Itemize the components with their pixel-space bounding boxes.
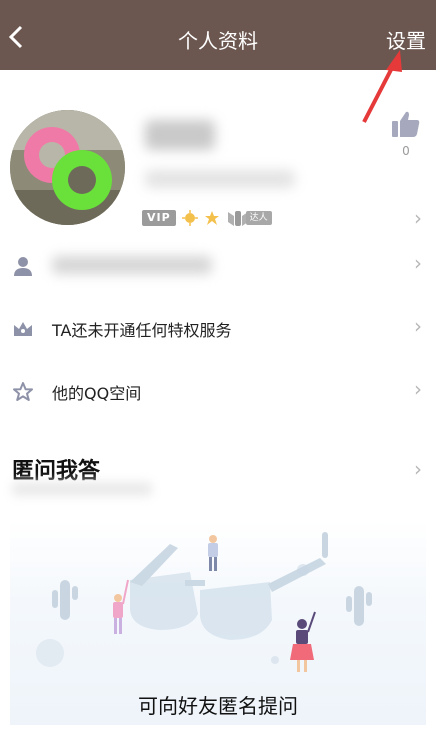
qzone-row[interactable]: 他的QQ空间 › xyxy=(0,366,436,416)
chevron-right-icon: › xyxy=(414,377,422,401)
blurred-subtext xyxy=(145,170,295,188)
like-count: 0 xyxy=(402,144,410,158)
profile-detail-chevron-icon[interactable]: › xyxy=(414,206,422,230)
badge-row: VIP 达人 xyxy=(142,208,272,228)
chevron-right-icon: › xyxy=(414,314,422,338)
basic-info-row[interactable]: › xyxy=(0,240,436,290)
anonymous-qa-chevron-icon[interactable]: › xyxy=(414,457,422,481)
like-button[interactable]: 0 xyxy=(388,110,424,160)
blurred-nickname xyxy=(145,120,215,150)
blurred-section-subtitle xyxy=(12,482,152,496)
privilege-label: TA还未开通任何特权服务 xyxy=(52,321,232,340)
qzone-label: 他的QQ空间 xyxy=(52,384,142,403)
thumbs-up-icon xyxy=(392,111,420,137)
privilege-row[interactable]: TA还未开通任何特权服务 › xyxy=(0,303,436,353)
sun-level-icon xyxy=(181,210,198,226)
crown-icon xyxy=(14,322,32,336)
talent-badge: 达人 xyxy=(226,208,272,228)
anonymous-qa-title: 匿问我答 xyxy=(12,459,101,484)
star-level-icon xyxy=(204,211,219,225)
person-icon xyxy=(14,257,32,276)
vip-badge: VIP xyxy=(142,210,176,226)
chevron-right-icon: › xyxy=(414,251,422,275)
star-outline-icon xyxy=(13,382,33,401)
talent-label: 达人 xyxy=(245,211,272,225)
anonymous-invite-text[interactable]: 可向好友匿名提问 xyxy=(0,690,436,719)
blurred-basic-info xyxy=(52,256,212,274)
avatar[interactable] xyxy=(10,110,125,225)
